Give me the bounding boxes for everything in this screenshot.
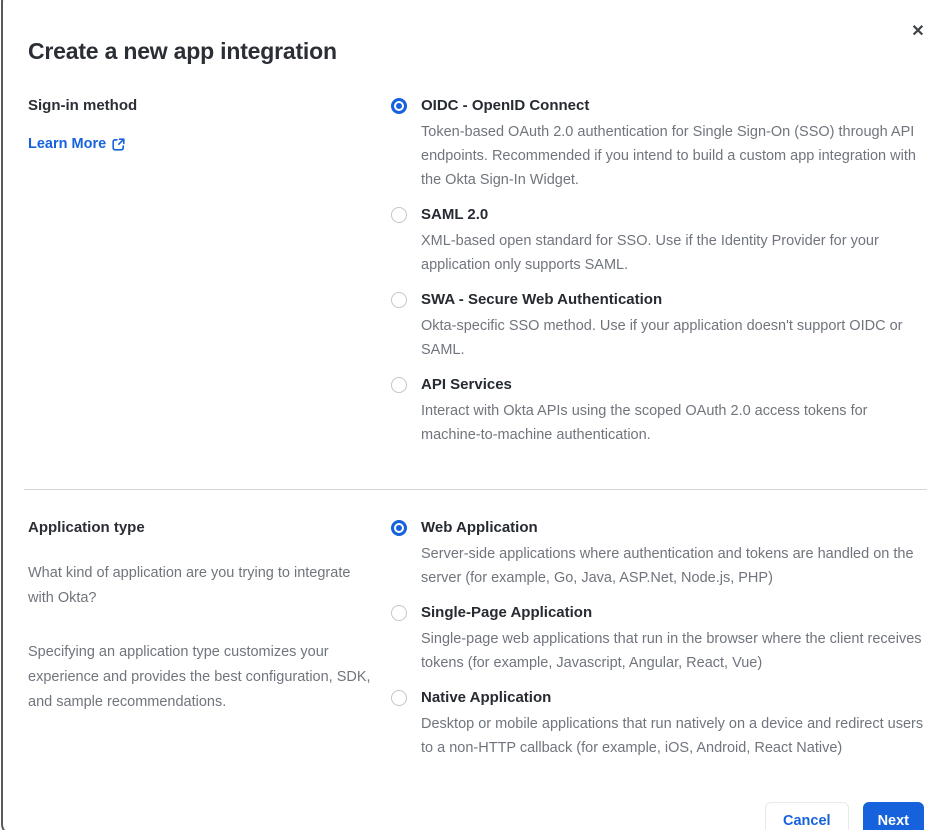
application-type-options: Web Application Server-side applications… xyxy=(391,518,927,773)
radio-option-description: Desktop or mobile applications that run … xyxy=(421,716,924,756)
radio-option-oidc: OIDC - OpenID Connect Token-based OAuth … xyxy=(391,96,927,192)
radio-button-web-application[interactable] xyxy=(391,520,407,536)
close-icon: ✕ xyxy=(911,23,925,40)
radio-option-description: Interact with Okta APIs using the scoped… xyxy=(421,403,868,443)
cancel-button[interactable]: Cancel xyxy=(765,802,849,830)
radio-option-swa: SWA - Secure Web Authentication Okta-spe… xyxy=(391,290,927,362)
close-button[interactable]: ✕ xyxy=(907,21,929,43)
radio-option-native-application: Native Application Desktop or mobile app… xyxy=(391,688,927,760)
application-type-left-column: Application type What kind of applicatio… xyxy=(28,518,391,773)
signin-method-label: Sign-in method xyxy=(28,97,138,114)
radio-option-label[interactable]: OIDC - OpenID Connect xyxy=(421,96,927,116)
modal-title: Create a new app integration xyxy=(28,38,337,64)
radio-option-description: Server-side applications where authentic… xyxy=(421,546,914,586)
radio-option-description: Token-based OAuth 2.0 authentication for… xyxy=(421,124,916,188)
radio-option-label[interactable]: Native Application xyxy=(421,688,927,708)
radio-button-saml[interactable] xyxy=(391,207,407,223)
radio-option-saml: SAML 2.0 XML-based open standard for SSO… xyxy=(391,205,927,277)
next-button[interactable]: Next xyxy=(862,802,924,830)
radio-option-description: XML-based open standard for SSO. Use if … xyxy=(421,233,879,273)
radio-option-description: Single-page web applications that run in… xyxy=(421,631,922,671)
radio-option-api-services: API Services Interact with Okta APIs usi… xyxy=(391,375,927,447)
radio-option-web-application: Web Application Server-side applications… xyxy=(391,518,927,590)
radio-button-native-application[interactable] xyxy=(391,690,407,706)
radio-button-oidc[interactable] xyxy=(391,98,407,114)
radio-button-swa[interactable] xyxy=(391,292,407,308)
create-app-integration-dialog: ✕ Create a new app integration Sign-in m… xyxy=(0,0,950,830)
radio-option-label[interactable]: SAML 2.0 xyxy=(421,205,927,225)
radio-option-label[interactable]: Web Application xyxy=(421,518,927,538)
signin-method-options: OIDC - OpenID Connect Token-based OAuth … xyxy=(391,96,927,460)
application-type-note: Specifying an application type customize… xyxy=(28,644,371,710)
radio-option-description: Okta-specific SSO method. Use if your ap… xyxy=(421,318,903,358)
application-type-label: Application type xyxy=(28,519,145,536)
signin-method-section: Sign-in method Learn More OIDC - OpenID … xyxy=(28,96,927,460)
radio-option-single-page-application: Single-Page Application Single-page web … xyxy=(391,603,927,675)
radio-option-label[interactable]: SWA - Secure Web Authentication xyxy=(421,290,927,310)
learn-more-link[interactable]: Learn More xyxy=(28,135,125,153)
radio-button-api-services[interactable] xyxy=(391,377,407,393)
radio-option-label[interactable]: Single-Page Application xyxy=(421,603,927,623)
section-divider xyxy=(24,489,927,490)
radio-button-single-page-application[interactable] xyxy=(391,605,407,621)
learn-more-label: Learn More xyxy=(28,136,107,152)
external-link-icon xyxy=(112,137,125,151)
dialog-footer: Cancel Next xyxy=(28,802,924,830)
application-type-question: What kind of application are you trying … xyxy=(28,565,351,606)
application-type-section: Application type What kind of applicatio… xyxy=(28,518,927,773)
radio-option-label[interactable]: API Services xyxy=(421,375,927,395)
signin-method-left-column: Sign-in method Learn More xyxy=(28,96,391,460)
